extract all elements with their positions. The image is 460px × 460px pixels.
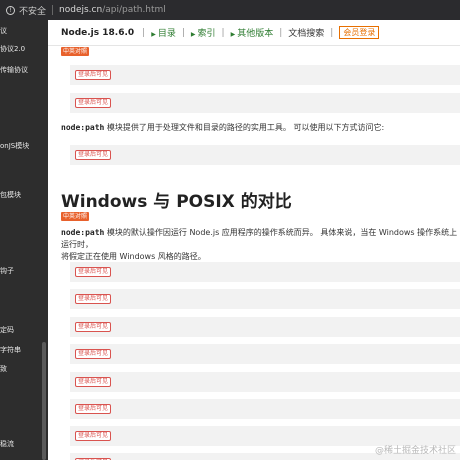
intro-paragraph: node:path 模块提供了用于处理文件和目录的路径的实用工具。 可以使用以下… — [61, 122, 460, 134]
login-to-view-badge[interactable]: 登录后可见 — [75, 98, 112, 108]
member-login-button[interactable]: 会员登录 — [339, 26, 380, 39]
nav-link-versions[interactable]: ▶ 其他版本 — [231, 26, 274, 39]
login-to-view-badge[interactable]: 登录后可见 — [75, 70, 112, 80]
sidebar-item[interactable]: 定码 — [0, 325, 14, 335]
nav-link-label: 其他版本 — [237, 29, 274, 39]
sidebar-scrollbar[interactable] — [42, 342, 46, 460]
watermark: @稀土掘金技术社区 — [374, 446, 456, 456]
login-to-view-badge[interactable]: 登录后可见 — [75, 150, 112, 160]
sidebar-item[interactable]: 包模块 — [0, 190, 21, 200]
divider: | — [279, 27, 283, 38]
triangle-icon: ▶ — [230, 31, 236, 38]
triangle-icon: ▶ — [151, 31, 156, 38]
paragraph-text: 模块提供了用于处理文件和目录的路径的实用工具。 可以使用以下方式访问它: — [104, 123, 385, 132]
translation-toggle-tag[interactable]: 中英对照 — [61, 212, 90, 221]
doc-header: Node.js 18.6.0 | ▶ 目录 | ▶ 索引 | ▶ 其他版本 | 文档搜… — [48, 20, 460, 46]
code-block: 登录后可见 — [70, 399, 460, 419]
nav-link-index[interactable]: ▶ 索引 — [191, 26, 216, 39]
sidebar-item[interactable]: 传输协议 — [0, 65, 28, 75]
url-text[interactable]: nodejs.cn/api/path.html — [59, 5, 166, 15]
section-paragraph: node:path 模块的默认操作因运行 Node.js 应用程序的操作系统而异… — [61, 227, 460, 263]
divider — [52, 5, 54, 15]
browser-address-bar[interactable]: ! 不安全 nodejs.cn/api/path.html — [0, 0, 460, 20]
divider: | — [142, 27, 146, 38]
divider: | — [181, 27, 185, 38]
code-block: 登录后可见 — [70, 289, 460, 309]
sidebar-item[interactable]: 致 — [0, 364, 7, 374]
triangle-icon: ▶ — [190, 31, 196, 38]
code-block: 登录后可见 — [70, 65, 460, 85]
sidebar-item[interactable]: 协议2.0 — [0, 44, 25, 54]
warning-icon: ! — [6, 5, 15, 15]
code-block: 登录后可见 — [70, 93, 460, 113]
code-block: 登录后可见 — [70, 344, 460, 364]
login-to-view-badge[interactable]: 登录后可见 — [75, 322, 112, 332]
sidebar-item[interactable]: 字符串 — [0, 345, 21, 355]
paragraph-text: 将假定正在使用 Windows 风格的路径。 — [61, 252, 206, 261]
paragraph-text: 模块的默认操作因运行 Node.js 应用程序的操作系统而异。 具体来说，当在 … — [61, 228, 458, 249]
divider: | — [221, 27, 225, 38]
login-to-view-badge[interactable]: 登录后可见 — [75, 431, 112, 441]
nav-link-toc[interactable]: ▶ 目录 — [151, 26, 176, 39]
sidebar-item[interactable]: 稳流 — [0, 439, 14, 449]
login-to-view-badge[interactable]: 登录后可见 — [75, 294, 112, 304]
inline-code: node:path — [61, 123, 105, 132]
sidebar-item[interactable]: onJS模块 — [0, 141, 29, 151]
sidebar: 议 协议2.0 传输协议 onJS模块 包模块 钩子 定码 字符串 致 稳流 — [0, 20, 48, 460]
docs-search-link[interactable]: 文档搜索 — [288, 26, 324, 39]
main-content: Node.js 18.6.0 | ▶ 目录 | ▶ 索引 | ▶ 其他版本 | 文档搜… — [48, 20, 460, 460]
nav-link-label: 目录 — [157, 29, 176, 39]
sidebar-item[interactable]: 钩子 — [0, 266, 14, 276]
divider: | — [330, 27, 334, 38]
section-heading: Windows 与 POSIX 的对比 — [61, 192, 292, 212]
login-to-view-badge[interactable]: 登录后可见 — [75, 404, 112, 414]
url-path: /api/path.html — [102, 5, 166, 15]
login-to-view-badge[interactable]: 登录后可见 — [75, 377, 112, 387]
sidebar-item[interactable]: 议 — [0, 26, 7, 36]
page-title: Node.js 18.6.0 — [61, 27, 135, 38]
code-block: 登录后可见 — [70, 317, 460, 337]
inline-code: node:path — [61, 228, 105, 237]
code-block: 登录后可见 — [70, 145, 460, 165]
translation-toggle-tag[interactable]: 中英对照 — [61, 47, 90, 56]
url-host: nodejs.cn — [59, 5, 103, 15]
nav-link-label: 索引 — [197, 29, 216, 39]
login-to-view-badge[interactable]: 登录后可见 — [75, 267, 112, 277]
login-to-view-badge[interactable]: 登录后可见 — [75, 349, 112, 359]
code-block: 登录后可见 — [70, 262, 460, 282]
security-label[interactable]: 不安全 — [19, 4, 46, 17]
code-block: 登录后可见 — [70, 372, 460, 392]
